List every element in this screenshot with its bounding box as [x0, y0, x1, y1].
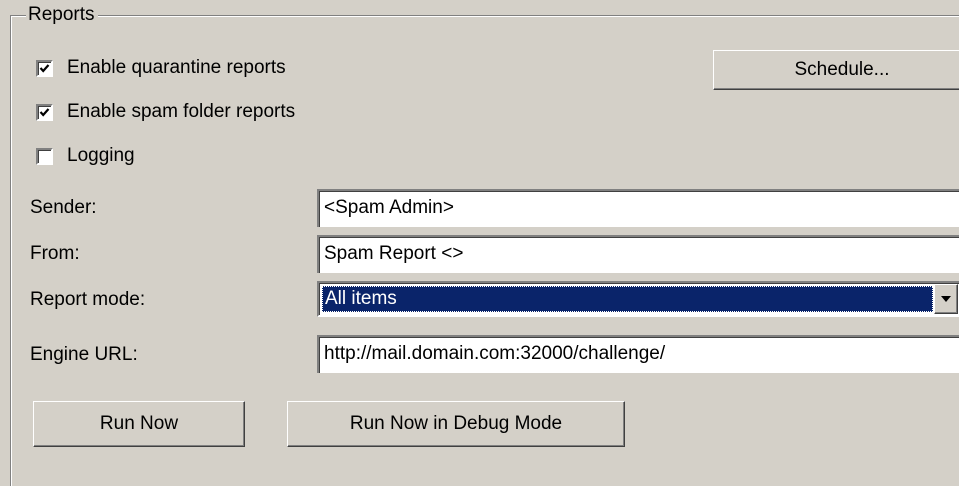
checkbox-enable-spam-folder-reports[interactable]: Enable spam folder reports	[36, 100, 295, 124]
check-mark-icon	[39, 107, 50, 117]
checkbox-label: Enable quarantine reports	[67, 57, 286, 78]
schedule-button[interactable]: Schedule...	[713, 50, 959, 90]
checkbox-box[interactable]	[36, 147, 53, 165]
engine-url-input[interactable]: http://mail.domain.com:32000/challenge/	[317, 335, 959, 373]
checkbox-logging[interactable]: Logging	[36, 144, 135, 168]
check-mark-icon	[39, 63, 50, 73]
from-label: From:	[30, 243, 80, 264]
sender-input[interactable]: <Spam Admin>	[317, 189, 959, 227]
group-title: Reports	[26, 3, 98, 27]
report-mode-value: All items	[322, 286, 933, 312]
checkbox-box[interactable]	[36, 103, 53, 121]
run-now-debug-mode-button[interactable]: Run Now in Debug Mode	[287, 401, 625, 447]
dropdown-button[interactable]	[934, 284, 958, 314]
engine-url-label: Engine URL:	[30, 344, 138, 365]
checkbox-label: Enable spam folder reports	[67, 101, 296, 122]
triangle-down-icon	[941, 296, 951, 302]
checkbox-label: Logging	[67, 145, 135, 166]
from-input[interactable]: Spam Report <>	[317, 235, 959, 273]
sender-label: Sender:	[30, 197, 97, 218]
checkbox-box[interactable]	[36, 59, 53, 77]
run-now-button[interactable]: Run Now	[33, 401, 245, 447]
report-mode-label: Report mode:	[30, 289, 146, 310]
checkbox-enable-quarantine-reports[interactable]: Enable quarantine reports	[36, 56, 286, 80]
report-mode-select[interactable]: All items	[317, 281, 959, 317]
